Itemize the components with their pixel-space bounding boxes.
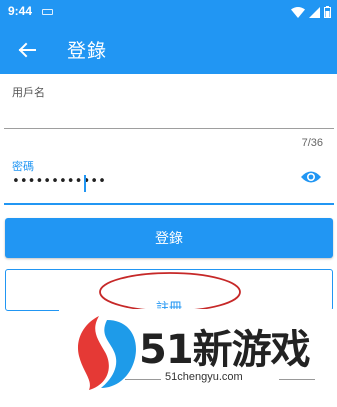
- show-password-button[interactable]: [298, 166, 324, 188]
- status-bar: 9:44: [0, 0, 337, 24]
- character-counter: 7/36: [301, 137, 323, 149]
- eye-icon: [301, 171, 321, 183]
- battery-icon: [324, 6, 331, 18]
- username-input[interactable]: [10, 98, 330, 120]
- watermark-divider: [279, 379, 315, 380]
- password-input[interactable]: ••••••••••••: [12, 174, 106, 189]
- page-title: 登錄: [67, 40, 108, 62]
- wifi-icon: [291, 6, 305, 18]
- watermark-divider: [125, 379, 161, 380]
- status-time: 9:44: [8, 4, 33, 18]
- watermark-url: 51chengyu.com: [165, 371, 243, 383]
- login-button[interactable]: 登錄: [5, 218, 333, 258]
- login-button-label: 登錄: [155, 231, 183, 247]
- username-underline: [4, 128, 334, 129]
- sim-card-icon: [42, 9, 53, 15]
- status-icons: [291, 5, 331, 19]
- password-underline: [4, 203, 334, 205]
- 51-logo-icon: [77, 316, 136, 390]
- arrow-left-icon: [18, 42, 36, 58]
- back-button[interactable]: [14, 37, 40, 63]
- text-cursor: [84, 175, 86, 192]
- watermark: 51新游戏 51chengyu.com: [59, 309, 337, 407]
- password-label: 密碼: [12, 160, 34, 173]
- app-bar: 登錄: [0, 24, 337, 74]
- signal-icon: [309, 6, 320, 18]
- watermark-brand: 51新游戏: [139, 327, 311, 373]
- highlight-circle: [99, 272, 241, 312]
